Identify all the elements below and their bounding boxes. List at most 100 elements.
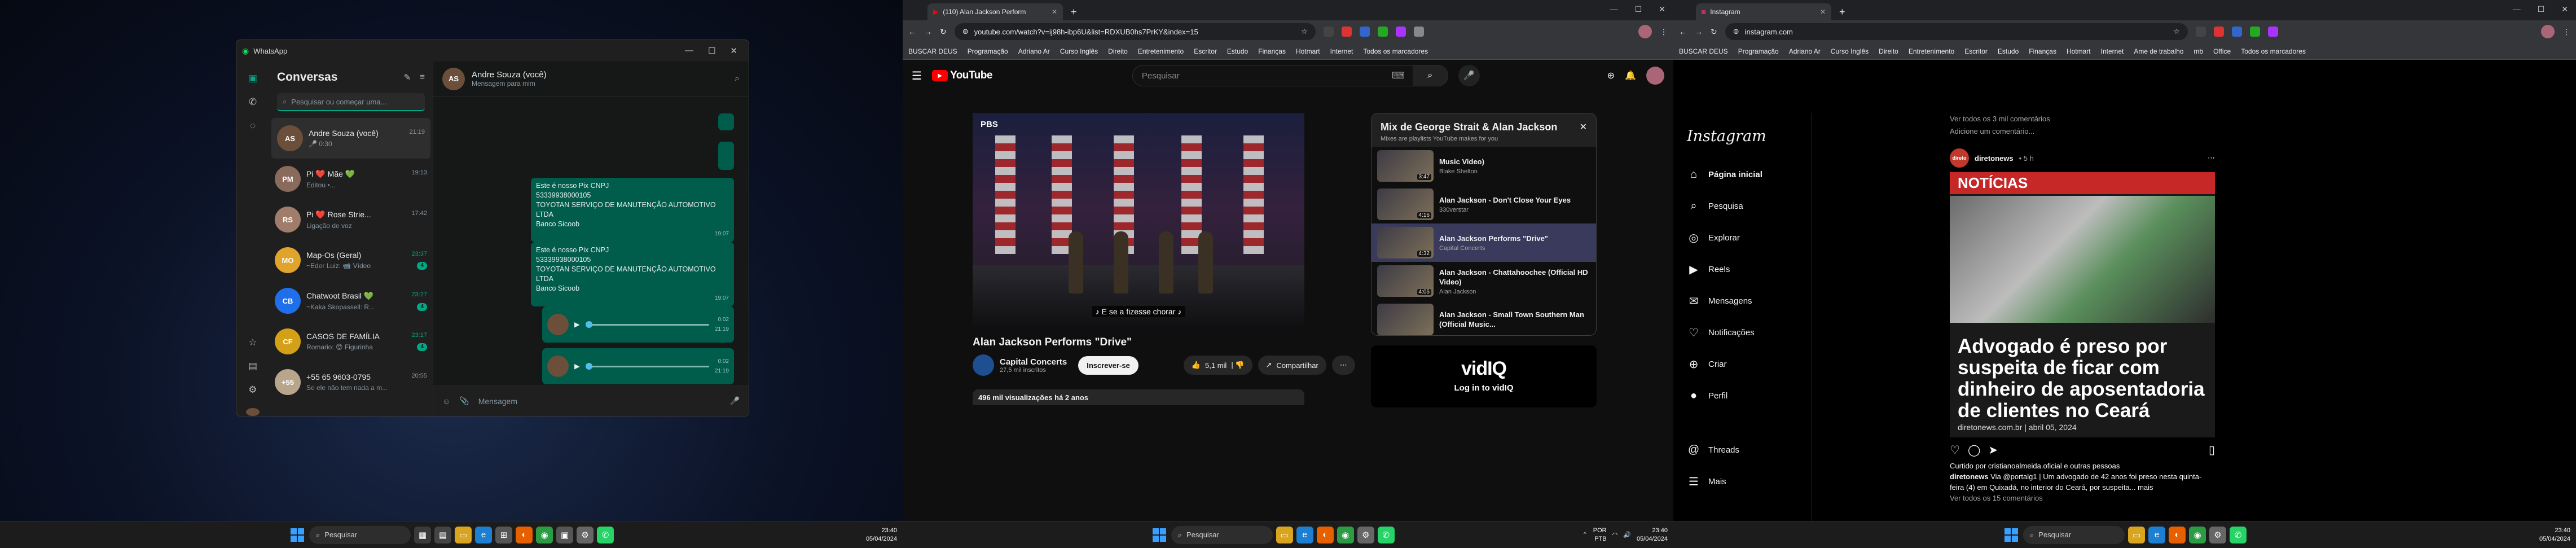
firefox-icon[interactable]: ◐	[2169, 526, 2186, 543]
taskbar-search-input[interactable]: Pesquisar	[2038, 531, 2071, 539]
extension-icon[interactable]	[2213, 27, 2224, 37]
volume-icon[interactable]: 🔊	[1623, 531, 1631, 538]
nav-item[interactable]: ● Perfil	[1673, 380, 1812, 411]
taskbar-search-input[interactable]: Pesquisar	[1186, 531, 1219, 539]
instagram-logo[interactable]: Instagram	[1673, 113, 1812, 159]
extension-icon[interactable]	[1377, 27, 1388, 37]
bookmark-item[interactable]: Entretenimento	[1138, 47, 1184, 55]
playlist-item[interactable]: 4:05 Alan Jackson - Chattahoochee (Offici…	[1371, 262, 1596, 300]
maximize-icon[interactable]: ☐	[2538, 5, 2545, 14]
start-button[interactable]	[2003, 527, 2020, 543]
bookmark-item[interactable]: Direito	[1108, 47, 1128, 55]
bookmark-item[interactable]: Curso Inglês	[1831, 47, 1869, 55]
chat-list-item[interactable]: +55 +55 65 9603-0795 20:55 Se ele não tem n…	[269, 362, 433, 402]
extension-icon[interactable]	[2195, 27, 2206, 37]
bookmark-item[interactable]: Todos os marcadores	[2241, 47, 2306, 55]
chat-avatar[interactable]: CF	[275, 328, 301, 354]
edge-icon[interactable]: e	[1296, 526, 1313, 543]
post-avatar[interactable]: direto	[1950, 148, 1969, 168]
store-icon[interactable]: ⊞	[495, 526, 512, 543]
back-icon[interactable]: ←	[908, 27, 916, 36]
share-button[interactable]: ↗ Compartilhar	[1258, 356, 1326, 375]
settings-icon[interactable]: ⚙	[1357, 526, 1374, 543]
add-comment-input[interactable]: Adicione um comentário...	[1950, 125, 2050, 138]
chats-icon[interactable]: ▣	[248, 73, 257, 84]
back-icon[interactable]: ←	[1679, 27, 1687, 36]
playlist-item[interactable]: 4:32 Alan Jackson Performs "Drive" Capital…	[1371, 223, 1596, 262]
like-icon[interactable]: ♡	[1950, 443, 1960, 457]
bookmark-item[interactable]: Finanças	[2029, 47, 2056, 55]
bookmark-star-icon[interactable]: ☆	[1301, 27, 1308, 36]
extension-icon[interactable]	[1341, 27, 1352, 37]
message-bubble[interactable]: Este é nosso Pix CNPJ 53339938000105 TOY…	[531, 178, 734, 242]
comment-icon[interactable]: ◯	[1968, 443, 1980, 457]
nav-item[interactable]: ✉ Mensagens	[1673, 285, 1812, 317]
site-info-icon[interactable]: ⊜	[962, 27, 969, 36]
post-username[interactable]: diretonews	[1975, 154, 2014, 163]
compose-input[interactable]: Mensagem	[478, 397, 721, 406]
start-button[interactable]	[1151, 527, 1168, 543]
new-tab-button[interactable]: +	[1065, 6, 1083, 20]
bookmark-item[interactable]: BUSCAR DEUS	[908, 47, 957, 55]
extension-icon[interactable]	[2231, 27, 2242, 37]
bookmark-item[interactable]: Curso Inglês	[1060, 47, 1098, 55]
edge-icon[interactable]: e	[2148, 526, 2165, 543]
bookmark-item[interactable]: mb	[2193, 47, 2203, 55]
save-icon[interactable]: ▯	[2209, 443, 2215, 457]
voice-search-button[interactable]: 🎤	[1458, 65, 1480, 86]
bookmark-item[interactable]: Escritor	[1964, 47, 1988, 55]
filter-icon[interactable]: ≡	[420, 72, 425, 82]
new-chat-icon[interactable]: ✎	[404, 72, 411, 82]
system-tray[interactable]: 23:40 05/04/2024	[2539, 521, 2570, 548]
view-comments-link[interactable]: Ver todos os 3 mil comentários	[1950, 113, 2050, 125]
bookmark-item[interactable]: Ame de trabalho	[2134, 47, 2183, 55]
playlist-thumbnail[interactable]	[1377, 304, 1434, 335]
chat-avatar[interactable]: PM	[275, 166, 301, 192]
nav-item[interactable]: ♡ Notificações	[1673, 317, 1812, 348]
voice-waveform[interactable]	[585, 362, 709, 370]
close-icon[interactable]: ✕	[1580, 121, 1587, 133]
url-text[interactable]: youtube.com/watch?v=ij98h-ibp6U&list=RDX…	[974, 28, 1198, 36]
nav-item[interactable]: ▶ Reels	[1673, 253, 1812, 285]
menu-icon[interactable]: ⋮	[1660, 27, 1668, 37]
chat-avatar[interactable]: CB	[275, 288, 301, 314]
youtube-search[interactable]: Pesquisar ⌨ ⌕	[1132, 65, 1448, 86]
bookmark-item[interactable]: BUSCAR DEUS	[1679, 47, 1728, 55]
minimize-icon[interactable]: —	[1610, 5, 1618, 14]
chat-search[interactable]: ⌕ Pesquisar ou começar uma...	[277, 93, 425, 111]
status-icon[interactable]: ◌	[250, 120, 256, 131]
bookmark-item[interactable]: Direito	[1879, 47, 1898, 55]
bookmark-item[interactable]: Internet	[1330, 47, 1353, 55]
chat-list-item[interactable]: PM Pi ❤️ Mãe 💚 19:13 Editou •...	[269, 159, 433, 199]
app-icon[interactable]: ▣	[556, 526, 573, 543]
forward-icon[interactable]: →	[1695, 27, 1703, 36]
address-bar[interactable]: ⊜ instagram.com ☆	[1725, 23, 2188, 40]
create-icon[interactable]: ⊕	[1607, 70, 1615, 81]
reload-icon[interactable]: ↻	[940, 27, 947, 37]
conversation-search-icon[interactable]: ⌕	[735, 74, 740, 84]
emoji-icon[interactable]: ☺	[442, 397, 450, 406]
bookmark-item[interactable]: Office	[2213, 47, 2231, 55]
subscribe-button[interactable]: Inscrever-se	[1078, 356, 1138, 375]
post-media[interactable]: NOTÍCIAS Advogado é preso por suspeita d…	[1950, 172, 2215, 437]
bookmark-item[interactable]: Adriano Ar	[1789, 47, 1821, 55]
extension-icon[interactable]	[2249, 27, 2260, 37]
channel-avatar[interactable]	[973, 354, 994, 376]
playlist-item[interactable]: Alan Jackson - Small Town Southern Man (…	[1371, 300, 1596, 335]
more-options-icon[interactable]: ⋯	[2208, 154, 2215, 163]
bookmark-item[interactable]: Internet	[2101, 47, 2124, 55]
chat-avatar[interactable]: RS	[275, 207, 301, 233]
play-icon[interactable]: ▶	[574, 362, 580, 371]
starred-icon[interactable]: ☆	[248, 337, 257, 348]
keyboard-icon[interactable]: ⌨	[1392, 70, 1413, 81]
firefox-icon[interactable]: ◐	[516, 526, 533, 543]
message-bubble[interactable]: Este é nosso Pix CNPJ 53339938000105 TOY…	[531, 242, 734, 306]
bookmark-item[interactable]: Entretenimento	[1909, 47, 1954, 55]
video-description[interactable]: 496 mil visualizações há 2 anos	[973, 389, 1304, 405]
whatsapp-icon[interactable]: ✆	[1377, 526, 1395, 543]
nav-item[interactable]: @ Threads	[1673, 434, 1812, 466]
nav-item[interactable]: ⌕ Pesquisa	[1673, 190, 1812, 222]
site-info-icon[interactable]: ⊜	[1733, 27, 1739, 36]
tab-instagram[interactable]: ◙ Instagram ✕	[1696, 3, 1831, 20]
taskbar-search[interactable]: ⌕ Pesquisar	[2023, 525, 2125, 544]
